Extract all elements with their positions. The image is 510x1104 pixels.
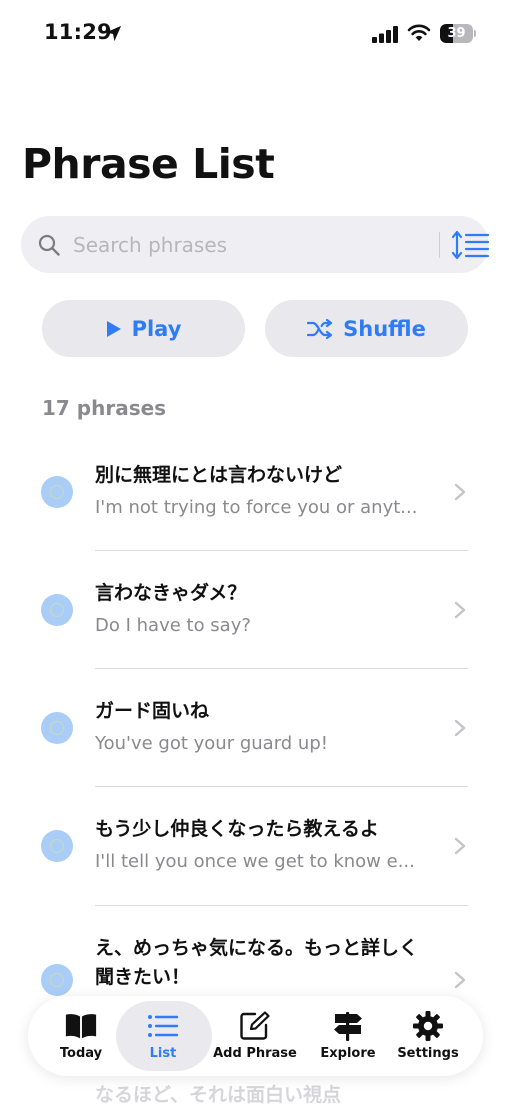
phrase-english: I'll tell you once we get to know e...	[95, 851, 415, 872]
tab-list-label: List	[149, 1046, 177, 1061]
status-bar: 11:29 39	[0, 0, 510, 66]
search-icon	[38, 234, 60, 256]
compose-icon	[240, 1011, 270, 1040]
phrase-japanese: 別に無理にとは言わないけど	[95, 464, 343, 486]
status-time: 11:29	[44, 20, 112, 44]
tab-bar: Today List Add Phrase Explore Settings	[28, 996, 483, 1076]
phrase-japanese: もう少し仲良くなったら教えるよ	[95, 818, 379, 840]
tab-settings[interactable]: Settings	[392, 996, 464, 1076]
phrase-japanese: 言わなきゃダメ？	[95, 582, 247, 604]
tab-add-phrase-label: Add Phrase	[213, 1046, 297, 1061]
partially-visible-phrase: なるほど、それは面白い視点	[95, 1084, 342, 1104]
phrase-status-dot	[41, 712, 73, 744]
phrase-status-dot	[41, 964, 73, 996]
phrase-japanese: ガード固いね	[95, 700, 210, 722]
signpost-icon	[334, 1012, 362, 1041]
battery-level: 39	[447, 26, 466, 41]
tab-add-phrase[interactable]: Add Phrase	[210, 996, 300, 1076]
shuffle-button[interactable]: Shuffle	[265, 300, 468, 357]
tab-explore[interactable]: Explore	[312, 996, 384, 1076]
page-title: Phrase List	[22, 140, 275, 188]
tab-today-label: Today	[59, 1046, 103, 1061]
list-item[interactable]: ガード固いね You've got your guard up!	[0, 669, 510, 787]
phrase-status-dot	[41, 594, 73, 626]
list-item[interactable]: 別に無理にとは言わないけど I'm not trying to force yo…	[0, 437, 510, 551]
search-bar[interactable]	[21, 216, 490, 273]
tab-explore-label: Explore	[320, 1046, 376, 1061]
location-arrow-icon	[105, 25, 122, 42]
phrase-english: I'm not trying to force you or anyt...	[95, 497, 418, 518]
phrase-english: You've got your guard up!	[95, 733, 328, 754]
chevron-right-icon	[454, 971, 466, 989]
shuffle-icon	[307, 318, 333, 339]
phrase-status-dot	[41, 830, 73, 862]
wifi-icon	[407, 24, 431, 41]
chevron-right-icon	[454, 719, 466, 737]
gear-icon	[413, 1011, 443, 1041]
book-icon	[65, 1014, 97, 1039]
battery-icon: 39	[440, 24, 476, 43]
sort-button[interactable]	[449, 228, 493, 262]
tab-list[interactable]: List	[128, 996, 198, 1076]
play-button[interactable]: Play	[42, 300, 245, 357]
play-button-label: Play	[131, 316, 182, 341]
play-icon	[106, 320, 121, 337]
tab-today[interactable]: Today	[46, 996, 116, 1076]
phrase-status-dot	[41, 476, 73, 508]
shuffle-button-label: Shuffle	[343, 316, 426, 341]
cellular-signal-icon	[372, 26, 398, 43]
phrase-english: Do I have to say?	[95, 615, 251, 636]
chevron-right-icon	[454, 837, 466, 855]
chevron-right-icon	[454, 601, 466, 619]
phrase-japanese: え、めっちゃ気になる。もっと詳しく聞きたい！	[95, 937, 419, 988]
list-item[interactable]: もう少し仲良くなったら教えるよ I'll tell you once we ge…	[0, 787, 510, 906]
list-icon	[148, 1015, 179, 1037]
tab-settings-label: Settings	[397, 1046, 459, 1061]
search-divider	[439, 232, 440, 258]
sort-icon	[451, 230, 490, 260]
phrase-list: 別に無理にとは言わないけど I'm not trying to force yo…	[0, 437, 510, 1036]
phrase-count: 17 phrases	[42, 396, 167, 420]
list-item[interactable]: 言わなきゃダメ？ Do I have to say?	[0, 551, 510, 669]
chevron-right-icon	[454, 483, 466, 501]
search-input[interactable]	[73, 226, 413, 263]
